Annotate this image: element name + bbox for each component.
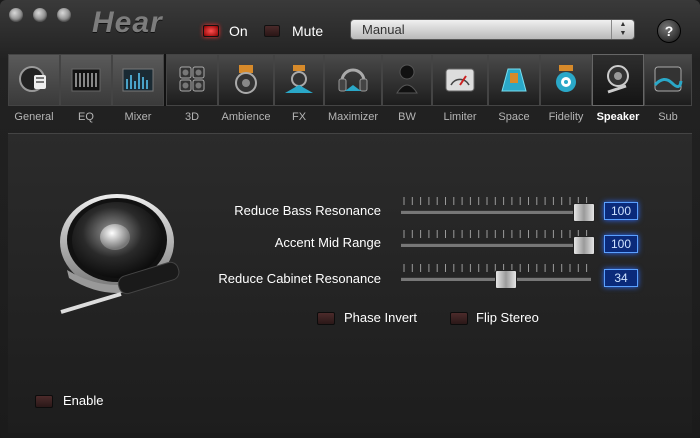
zoom-window-button[interactable]	[57, 8, 71, 22]
fidelity-icon	[556, 65, 576, 92]
preset-value: Manual	[362, 22, 405, 37]
title-bar: Hear On Mute Manual ▲ ▼ ?	[0, 0, 700, 52]
limiter-icon	[445, 68, 475, 92]
reduce-cabinet-resonance-label: Reduce Cabinet Resonance	[218, 271, 381, 286]
tab-space[interactable]: Space	[488, 54, 540, 132]
tab-general[interactable]: General	[8, 54, 60, 132]
tab-bw[interactable]: BW	[382, 54, 432, 132]
on-label: On	[229, 23, 248, 39]
tab-fx[interactable]: FX	[274, 54, 324, 132]
slider-ticks	[403, 230, 588, 238]
slider-thumb[interactable]	[573, 236, 595, 255]
updown-arrows-icon: ▲ ▼	[611, 20, 634, 39]
speaker-icon	[607, 65, 629, 94]
close-window-button[interactable]	[9, 8, 23, 22]
sub-icon	[653, 66, 683, 92]
tab-ambience[interactable]: Ambience	[218, 54, 274, 132]
flip-stereo-label: Flip Stereo	[476, 310, 539, 325]
mixer-icon	[122, 68, 154, 92]
flip-stereo-checkbox[interactable]	[450, 312, 468, 325]
preset-select[interactable]: Manual ▲ ▼	[350, 19, 635, 40]
accent-mid-range-label: Accent Mid Range	[274, 235, 381, 250]
enable-checkbox[interactable]	[35, 395, 53, 408]
module-toolbar: General EQ Mixer 3D Ambience FX Maximize…	[8, 54, 692, 132]
maximizer-icon	[338, 68, 368, 92]
minimize-window-button[interactable]	[33, 8, 47, 22]
app-title: Hear	[92, 6, 163, 39]
tab-maximizer[interactable]: Maximizer	[324, 54, 382, 132]
reduce-bass-resonance-label: Reduce Bass Resonance	[234, 203, 381, 218]
slider-thumb[interactable]	[495, 270, 518, 289]
enable-label: Enable	[63, 393, 104, 408]
accent-mid-range-slider[interactable]	[401, 229, 595, 255]
tab-3d[interactable]: 3D	[166, 54, 218, 132]
eq-icon	[71, 68, 101, 92]
reduce-cabinet-resonance-slider[interactable]	[401, 263, 591, 289]
slider-thumb[interactable]	[573, 203, 595, 222]
3d-speakers-icon	[179, 66, 205, 92]
phase-invert-checkbox[interactable]	[317, 312, 335, 325]
phase-invert-label: Phase Invert	[344, 310, 417, 325]
help-button[interactable]: ?	[657, 19, 681, 43]
fx-icon	[285, 65, 313, 93]
tab-speaker[interactable]: Speaker	[592, 54, 644, 132]
tab-limiter[interactable]: Limiter	[432, 54, 488, 132]
on-toggle[interactable]	[203, 25, 219, 37]
hear-window: Hear On Mute Manual ▲ ▼ ? General EQ Mix…	[0, 0, 700, 438]
mute-toggle[interactable]	[264, 25, 280, 37]
accent-mid-range-value[interactable]: 100	[604, 235, 638, 253]
reduce-cabinet-resonance-value[interactable]: 34	[604, 269, 638, 287]
slider-ticks	[403, 197, 588, 205]
tab-mixer[interactable]: Mixer	[112, 54, 164, 132]
mute-label: Mute	[292, 23, 324, 39]
reduce-bass-resonance-slider[interactable]	[401, 196, 595, 222]
tab-fidelity[interactable]: Fidelity	[540, 54, 592, 132]
ambience-icon	[235, 65, 257, 94]
reduce-bass-resonance-value[interactable]: 100	[604, 202, 638, 220]
general-icon	[19, 66, 46, 92]
tab-sub[interactable]: Sub	[644, 54, 692, 132]
space-icon	[501, 68, 527, 92]
bw-icon	[396, 64, 418, 94]
tab-eq[interactable]: EQ	[60, 54, 112, 132]
